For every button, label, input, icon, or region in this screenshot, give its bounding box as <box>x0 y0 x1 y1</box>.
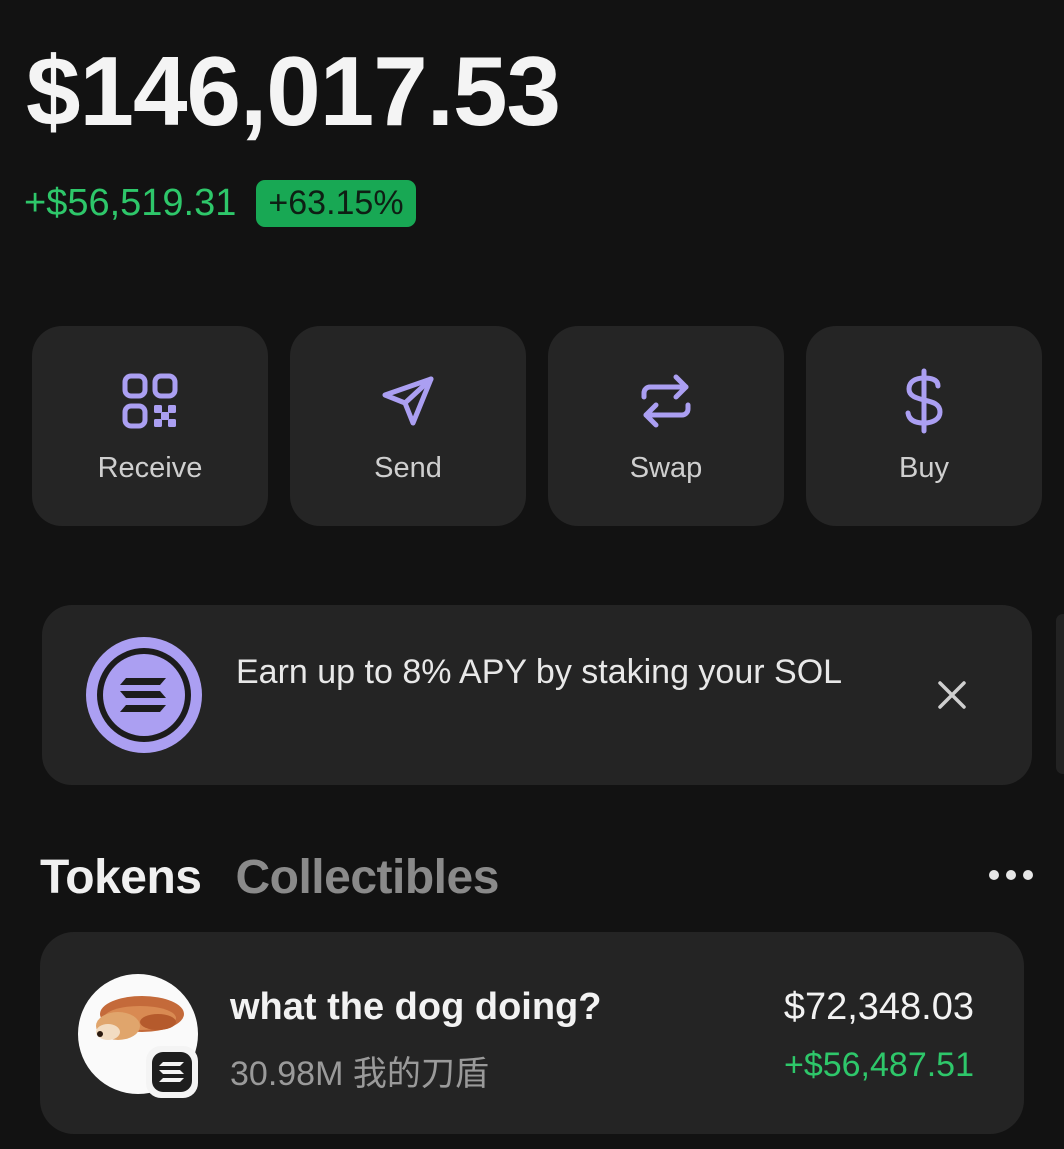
portfolio-change-percent-badge: +63.15% <box>256 180 416 228</box>
next-banner-peek <box>1056 614 1064 774</box>
send-button[interactable]: Send <box>290 326 526 526</box>
send-icon <box>375 368 441 434</box>
portfolio-change-amount: +$56,519.31 <box>24 182 237 225</box>
more-options-icon[interactable] <box>986 860 1036 890</box>
solana-chain-icon <box>144 1044 200 1100</box>
staking-banner[interactable]: Earn up to 8% APY by staking your SOL <box>42 605 1032 785</box>
dollar-icon <box>891 368 957 434</box>
token-change: +$56,487.51 <box>783 1046 974 1084</box>
swap-label: Swap <box>629 451 703 484</box>
buy-button[interactable]: Buy <box>806 326 1042 526</box>
solana-icon <box>82 633 206 757</box>
tab-collectibles[interactable]: Collectibles <box>235 850 499 905</box>
tab-tokens[interactable]: Tokens <box>40 850 202 905</box>
token-value: $72,348.03 <box>783 986 974 1028</box>
buy-label: Buy <box>899 451 949 484</box>
staking-banner-text: Earn up to 8% APY by staking your SOL <box>236 653 843 691</box>
portfolio-change-row: +$56,519.31 +63.15% <box>24 180 416 228</box>
close-icon[interactable] <box>934 677 970 713</box>
swap-button[interactable]: Swap <box>548 326 784 526</box>
list-item-token[interactable]: what the dog doing? 30.98M 我的刀盾 $72,348.… <box>40 932 1024 1134</box>
token-name: what the dog doing? <box>230 986 602 1028</box>
portfolio-balance: $146,017.53 <box>26 36 561 146</box>
qr-code-icon <box>117 368 183 434</box>
send-label: Send <box>374 451 442 484</box>
token-quantity: 30.98M 我的刀盾 <box>230 1055 489 1093</box>
asset-tabs: Tokens Collectibles <box>40 850 499 905</box>
swap-icon <box>633 368 699 434</box>
receive-label: Receive <box>97 451 203 484</box>
receive-button[interactable]: Receive <box>32 326 268 526</box>
quick-actions: Receive Send Swap Buy <box>32 326 1042 526</box>
